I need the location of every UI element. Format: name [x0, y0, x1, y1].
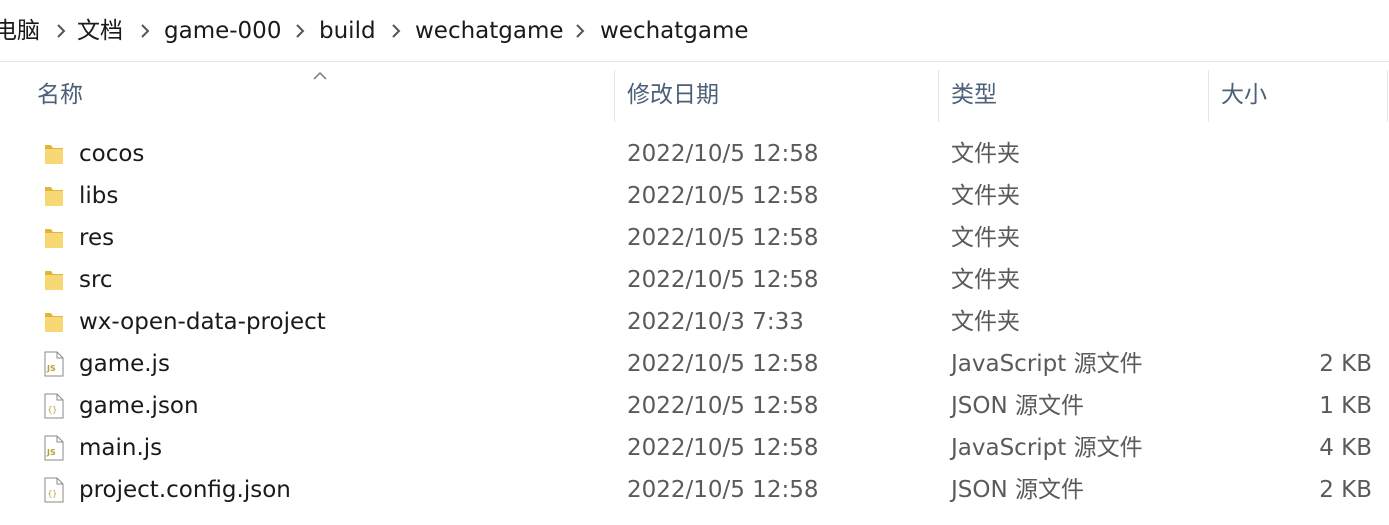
js-file-icon: JS: [42, 435, 66, 461]
file-type: 文件夹: [951, 267, 1020, 293]
breadcrumb-item-build[interactable]: build: [319, 14, 376, 48]
file-modified-date: 2022/10/3 7:33: [627, 309, 804, 335]
file-modified-date: 2022/10/5 12:58: [627, 477, 819, 503]
file-list: cocos 2022/10/5 12:58 文件夹 libs 2022/10/5 12:…: [0, 133, 1389, 511]
file-modified-date: 2022/10/5 12:58: [627, 351, 819, 377]
breadcrumb-item-game-000[interactable]: game-000: [164, 14, 281, 48]
file-modified-date: 2022/10/5 12:58: [627, 183, 819, 209]
file-name: game.json: [79, 393, 199, 419]
file-type: 文件夹: [951, 141, 1020, 167]
chevron-right-icon[interactable]: [291, 22, 309, 40]
file-name: main.js: [79, 435, 163, 461]
file-row[interactable]: JS game.js 2022/10/5 12:58 JavaScript 源文件 2 …: [0, 343, 1389, 385]
file-row[interactable]: src 2022/10/5 12:58 文件夹: [0, 259, 1389, 301]
file-size: 1 KB: [1319, 393, 1372, 419]
json-file-icon: {}: [42, 477, 66, 503]
file-row[interactable]: wx-open-data-project 2022/10/3 7:33 文件夹: [0, 301, 1389, 343]
file-modified-date: 2022/10/5 12:58: [627, 225, 819, 251]
column-header-size[interactable]: 大小: [1221, 62, 1381, 122]
column-header-modified[interactable]: 修改日期: [627, 62, 937, 122]
file-row[interactable]: cocos 2022/10/5 12:58 文件夹: [0, 133, 1389, 175]
file-row[interactable]: res 2022/10/5 12:58 文件夹: [0, 217, 1389, 259]
file-name: cocos: [79, 141, 145, 167]
svg-text:{}: {}: [48, 489, 58, 498]
file-type: JavaScript 源文件: [951, 435, 1143, 461]
file-type: 文件夹: [951, 225, 1020, 251]
chevron-right-icon[interactable]: [136, 22, 154, 40]
file-name: wx-open-data-project: [79, 309, 326, 335]
breadcrumb-item-wechatgame[interactable]: wechatgame: [415, 14, 564, 48]
folder-icon: [42, 309, 66, 335]
breadcrumb-item-computer[interactable]: 电脑: [0, 14, 40, 48]
file-name: res: [79, 225, 115, 251]
folder-icon: [42, 183, 66, 209]
file-modified-date: 2022/10/5 12:58: [627, 393, 819, 419]
file-type: 文件夹: [951, 183, 1020, 209]
file-row[interactable]: {} project.config.json 2022/10/5 12:58 JSON…: [0, 469, 1389, 511]
svg-text:JS: JS: [46, 448, 56, 457]
file-type: JSON 源文件: [951, 477, 1085, 503]
column-divider[interactable]: [1208, 70, 1209, 122]
chevron-right-icon[interactable]: [571, 22, 589, 40]
json-file-icon: {}: [42, 393, 66, 419]
file-name: libs: [79, 183, 119, 209]
file-explorer-window: 电脑 文档 game-000 build wechatgame wechatga…: [0, 0, 1389, 525]
chevron-right-icon[interactable]: [387, 22, 405, 40]
file-size: 2 KB: [1319, 351, 1372, 377]
column-divider[interactable]: [938, 70, 939, 122]
file-size: 4 KB: [1319, 435, 1372, 461]
folder-icon: [42, 225, 66, 251]
file-type: JavaScript 源文件: [951, 351, 1143, 377]
file-name: project.config.json: [79, 477, 291, 503]
column-divider[interactable]: [1387, 70, 1388, 122]
column-header-type[interactable]: 类型: [951, 62, 1207, 122]
column-header-row: 名称 修改日期 类型 大小: [0, 62, 1389, 122]
file-name: game.js: [79, 351, 170, 377]
breadcrumb: 电脑 文档 game-000 build wechatgame wechatga…: [0, 0, 1389, 62]
svg-text:{}: {}: [48, 405, 58, 414]
folder-icon: [42, 141, 66, 167]
js-file-icon: JS: [42, 351, 66, 377]
svg-text:JS: JS: [46, 364, 56, 373]
column-divider[interactable]: [614, 70, 615, 122]
file-row[interactable]: libs 2022/10/5 12:58 文件夹: [0, 175, 1389, 217]
breadcrumb-item-documents[interactable]: 文档: [77, 14, 123, 48]
file-row[interactable]: JS main.js 2022/10/5 12:58 JavaScript 源文件 4 …: [0, 427, 1389, 469]
file-name: src: [79, 267, 113, 293]
file-modified-date: 2022/10/5 12:58: [627, 141, 819, 167]
file-row[interactable]: {} game.json 2022/10/5 12:58 JSON 源文件 1 KB: [0, 385, 1389, 427]
file-modified-date: 2022/10/5 12:58: [627, 267, 819, 293]
file-size: 2 KB: [1319, 477, 1372, 503]
breadcrumb-item-wechatgame-current[interactable]: wechatgame: [600, 14, 749, 48]
chevron-right-icon[interactable]: [52, 22, 70, 40]
column-header-name[interactable]: 名称: [37, 62, 613, 122]
file-modified-date: 2022/10/5 12:58: [627, 435, 819, 461]
file-type: 文件夹: [951, 309, 1020, 335]
file-type: JSON 源文件: [951, 393, 1085, 419]
folder-icon: [42, 267, 66, 293]
